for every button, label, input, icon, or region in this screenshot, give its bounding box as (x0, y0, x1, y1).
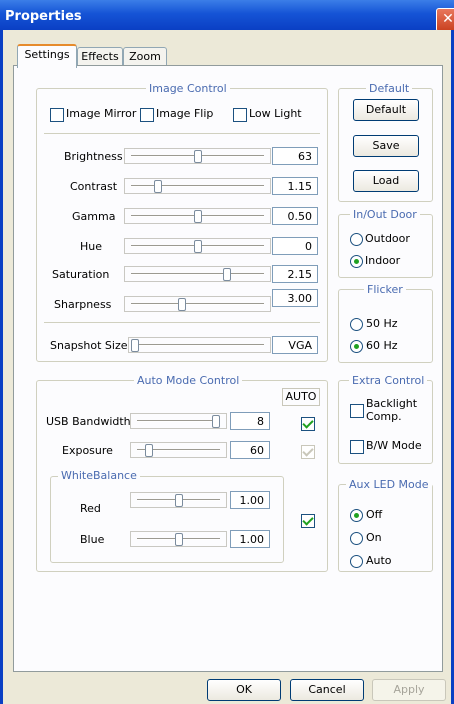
usb-bandwidth-slider[interactable] (130, 413, 227, 429)
blue-value: 1.00 (230, 530, 270, 548)
sharpness-label: Sharpness (54, 298, 112, 311)
white-balance-auto-checkbox[interactable] (301, 514, 315, 528)
image-flip-label: Image Flip (156, 107, 214, 120)
hue-slider-thumb[interactable] (194, 240, 202, 253)
image-control-title: Image Control (146, 82, 230, 95)
hue-label: Hue (80, 240, 103, 253)
saturation-value: 2.15 (272, 265, 318, 283)
brightness-label: Brightness (64, 150, 123, 163)
aux-led-on-label: On (366, 531, 382, 544)
image-control-group (36, 88, 328, 362)
60hz-radio[interactable] (350, 340, 363, 353)
saturation-slider[interactable] (124, 266, 271, 282)
cancel-button[interactable]: Cancel (290, 679, 364, 701)
hue-slider[interactable] (124, 238, 271, 254)
indoor-radio[interactable] (350, 255, 363, 268)
usb-bandwidth-slider-thumb[interactable] (212, 415, 220, 428)
usb-bandwidth-value: 8 (230, 412, 270, 430)
brightness-slider-thumb[interactable] (194, 150, 202, 163)
gamma-slider-thumb[interactable] (194, 210, 202, 223)
save-button[interactable]: Save (353, 135, 419, 157)
hue-value: 0 (272, 237, 318, 255)
low-light-checkbox[interactable] (233, 108, 247, 122)
auto-header: AUTO (282, 388, 320, 406)
contrast-slider-thumb[interactable] (154, 180, 162, 193)
usb-bandwidth-label: USB Bandwidth (46, 415, 131, 428)
60hz-label: 60 Hz (366, 339, 398, 352)
indoor-label: Indoor (365, 254, 401, 267)
red-slider[interactable] (130, 492, 227, 508)
snapshot-size-slider[interactable] (128, 337, 271, 353)
exposure-auto-checkbox[interactable] (301, 445, 315, 459)
50hz-radio[interactable] (350, 318, 363, 331)
exposure-value: 60 (230, 441, 270, 459)
divider (44, 133, 320, 134)
gamma-slider[interactable] (124, 208, 271, 224)
aux-led-title: Aux LED Mode (346, 478, 432, 491)
aux-led-off-radio[interactable] (350, 509, 363, 522)
image-mirror-checkbox[interactable] (50, 108, 64, 122)
aux-led-auto-label: Auto (366, 554, 392, 567)
snapshot-size-label: Snapshot Size (50, 339, 128, 352)
bw-mode-label: B/W Mode (366, 439, 422, 452)
image-mirror-label: Image Mirror (66, 107, 137, 120)
red-label: Red (80, 502, 101, 515)
flicker-title: Flicker (364, 283, 406, 296)
backlight-comp-checkbox[interactable] (350, 404, 364, 418)
usb-bandwidth-auto-checkbox[interactable] (301, 417, 315, 431)
aux-led-on-radio[interactable] (350, 532, 363, 545)
bw-mode-checkbox[interactable] (350, 440, 364, 454)
load-button[interactable]: Load (353, 170, 419, 192)
extra-control-title: Extra Control (349, 374, 428, 387)
red-slider-thumb[interactable] (175, 494, 183, 507)
apply-button[interactable]: Apply (372, 679, 446, 701)
ok-button[interactable]: OK (207, 679, 281, 701)
low-light-label: Low Light (249, 107, 302, 120)
exposure-label: Exposure (62, 444, 113, 457)
inout-door-group (338, 214, 433, 278)
inout-door-title: In/Out Door (350, 208, 420, 221)
red-value: 1.00 (230, 491, 270, 509)
default-button[interactable]: Default (353, 99, 419, 121)
outdoor-label: Outdoor (365, 232, 410, 245)
aux-led-off-label: Off (366, 508, 383, 521)
gamma-value: 0.50 (272, 207, 318, 225)
brightness-slider[interactable] (124, 148, 271, 164)
contrast-slider[interactable] (124, 178, 271, 194)
exposure-slider[interactable] (130, 442, 227, 458)
outdoor-radio[interactable] (350, 233, 363, 246)
snapshot-size-slider-thumb[interactable] (131, 339, 139, 352)
saturation-label: Saturation (52, 268, 110, 281)
sharpness-slider[interactable] (124, 296, 271, 312)
auto-mode-title: Auto Mode Control (134, 374, 243, 387)
white-balance-group (50, 476, 284, 563)
image-flip-checkbox[interactable] (140, 108, 154, 122)
default-group-title: Default (366, 82, 413, 95)
divider (44, 322, 320, 323)
sharpness-value: 3.00 (272, 289, 318, 307)
brightness-value: 63 (272, 147, 318, 165)
saturation-slider-thumb[interactable] (223, 268, 231, 281)
contrast-label: Contrast (70, 180, 118, 193)
aux-led-auto-radio[interactable] (350, 555, 363, 568)
50hz-label: 50 Hz (366, 317, 398, 330)
backlight-comp-label: Backlight Comp. (366, 397, 417, 423)
backlight-label-line2: Comp. (366, 410, 402, 423)
blue-slider[interactable] (130, 531, 227, 547)
white-balance-title: WhiteBalance (58, 469, 140, 482)
snapshot-size-value: VGA (272, 336, 318, 354)
sharpness-slider-thumb[interactable] (178, 298, 186, 311)
contrast-value: 1.15 (272, 177, 318, 195)
blue-label: Blue (80, 533, 105, 546)
backlight-label-line1: Backlight (366, 397, 418, 410)
blue-slider-thumb[interactable] (175, 533, 183, 546)
exposure-slider-thumb[interactable] (145, 444, 153, 457)
gamma-label: Gamma (72, 210, 116, 223)
